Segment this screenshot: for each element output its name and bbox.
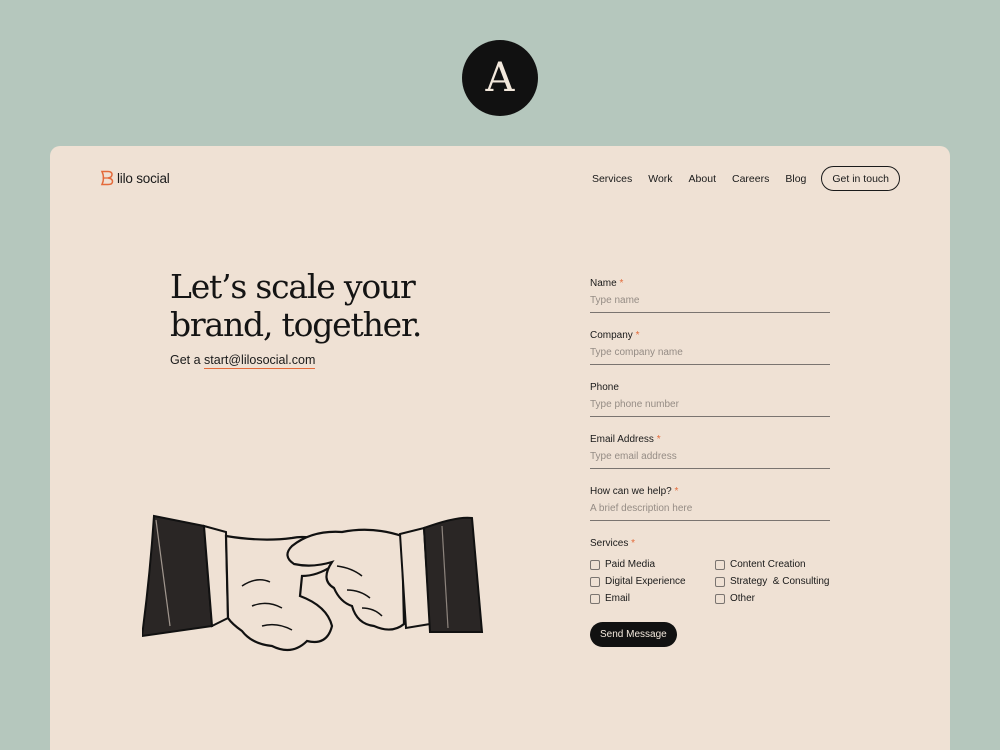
nav-link-careers[interactable]: Careers bbox=[732, 173, 769, 185]
name-input[interactable] bbox=[590, 294, 830, 313]
required-marker: * bbox=[656, 434, 661, 445]
help-input[interactable] bbox=[590, 502, 830, 521]
checkbox[interactable] bbox=[715, 576, 725, 587]
contact-form: Name * Company * Phone Email Address * H… bbox=[590, 278, 830, 647]
company-input[interactable] bbox=[590, 346, 830, 365]
services-label: Services * bbox=[590, 538, 830, 549]
nav-link-blog[interactable]: Blog bbox=[785, 173, 806, 185]
service-label: Digital Experience bbox=[605, 576, 686, 587]
hero-subtitle: Get a start@lilosocial.com bbox=[170, 353, 316, 369]
name-field-group: Name * bbox=[590, 278, 830, 313]
help-field-group: How can we help? * bbox=[590, 486, 830, 521]
get-in-touch-button[interactable]: Get in touch bbox=[821, 166, 900, 191]
service-option-email[interactable]: Email bbox=[590, 593, 715, 604]
required-marker: * bbox=[631, 538, 636, 549]
service-label: Paid Media bbox=[605, 559, 656, 570]
required-marker: * bbox=[619, 278, 624, 289]
required-marker: * bbox=[635, 330, 640, 341]
checkbox[interactable] bbox=[715, 593, 725, 604]
logo[interactable]: lilo social bbox=[100, 170, 170, 186]
services-label-text: Services bbox=[590, 538, 629, 549]
phone-label: Phone bbox=[590, 382, 830, 393]
email-input[interactable] bbox=[590, 450, 830, 469]
service-label: Content Creation bbox=[730, 559, 806, 570]
company-label: Company * bbox=[590, 330, 830, 341]
email-link[interactable]: start@lilosocial.com bbox=[204, 353, 316, 369]
nav-link-about[interactable]: About bbox=[689, 173, 716, 185]
service-label: Strategy & Consulting bbox=[730, 576, 830, 587]
checkbox[interactable] bbox=[590, 593, 600, 604]
hero-title: Let’s scale your brand, together. bbox=[170, 268, 490, 344]
services-options: Paid Media Content Creation Digital Expe… bbox=[590, 559, 830, 604]
handshake-illustration bbox=[142, 514, 484, 652]
nav-link-services[interactable]: Services bbox=[592, 173, 632, 185]
help-label-text: How can we help? bbox=[590, 486, 672, 497]
service-option-digital-experience[interactable]: Digital Experience bbox=[590, 576, 715, 587]
email-field-group: Email Address * bbox=[590, 434, 830, 469]
phone-field-group: Phone bbox=[590, 382, 830, 417]
hero-title-line-2: brand, together. bbox=[170, 305, 422, 344]
name-label-text: Name bbox=[590, 278, 617, 289]
checkbox[interactable] bbox=[715, 559, 725, 570]
service-label: Email bbox=[605, 593, 631, 604]
phone-label-text: Phone bbox=[590, 382, 619, 393]
service-option-strategy-consulting[interactable]: Strategy & Consulting bbox=[715, 576, 835, 587]
email-label-text: Email Address bbox=[590, 434, 654, 445]
checkbox[interactable] bbox=[590, 559, 600, 570]
logo-mark-icon bbox=[100, 170, 114, 186]
checkbox[interactable] bbox=[590, 576, 600, 587]
send-message-button[interactable]: Send Message bbox=[590, 622, 677, 647]
logo-text: lilo social bbox=[117, 170, 170, 186]
company-field-group: Company * bbox=[590, 330, 830, 365]
hero-sub-prefix: Get a bbox=[170, 353, 205, 367]
main-nav: Services Work About Careers Blog Get in … bbox=[576, 166, 900, 191]
help-label: How can we help? * bbox=[590, 486, 830, 497]
email-label: Email Address * bbox=[590, 434, 830, 445]
required-marker: * bbox=[674, 486, 679, 497]
service-option-other[interactable]: Other bbox=[715, 593, 835, 604]
nav-link-work[interactable]: Work bbox=[648, 173, 672, 185]
company-label-text: Company bbox=[590, 330, 633, 341]
phone-input[interactable] bbox=[590, 398, 830, 417]
badge-letter: A bbox=[485, 55, 515, 101]
agency-badge: A bbox=[462, 40, 538, 116]
service-option-content-creation[interactable]: Content Creation bbox=[715, 559, 835, 570]
hero-title-line-1: Let’s scale your bbox=[170, 267, 416, 306]
service-label: Other bbox=[730, 593, 756, 604]
name-label: Name * bbox=[590, 278, 830, 289]
website-card: lilo social Services Work About Careers … bbox=[50, 146, 950, 750]
service-option-paid-media[interactable]: Paid Media bbox=[590, 559, 715, 570]
